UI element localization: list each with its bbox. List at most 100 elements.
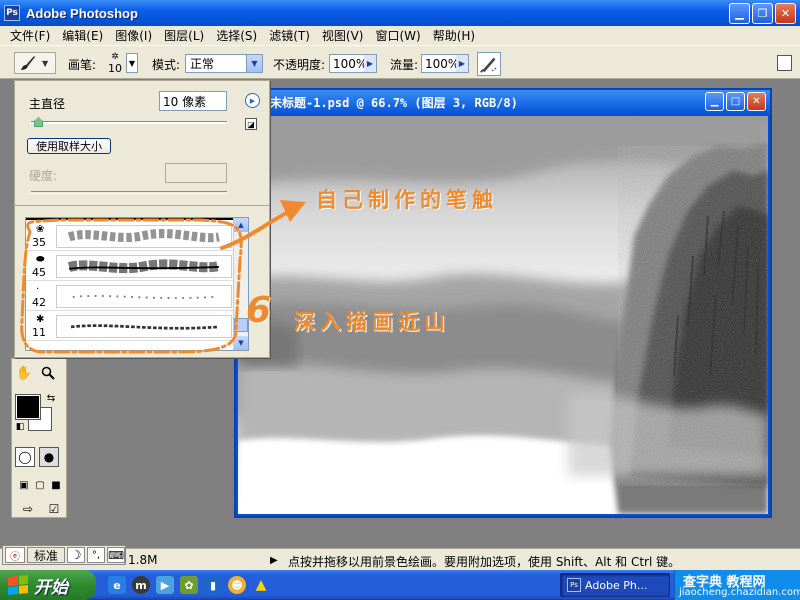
start-label: 开始 [34,577,68,598]
brush-preset-row[interactable]: ⬬ 45 [26,252,234,281]
ie-icon[interactable]: e [108,576,126,594]
ime-mode-label: 标准 [33,548,58,563]
qq-icon[interactable]: ☻ [228,576,246,594]
doc-size: 1.8M [128,553,158,567]
mode-select[interactable]: 正常 ▼ [185,54,263,73]
zoom-tool-button[interactable] [38,363,58,383]
photoshop-app-icon: Ps [4,5,20,21]
brush-stroke-preview [56,285,232,308]
brush-label: 画笔: [68,58,97,72]
scroll-up-icon[interactable]: ▲ [234,218,248,232]
close-button[interactable]: ✕ [747,92,766,111]
brush-icon [21,56,35,70]
jump-to-imageready-button[interactable]: ⇨ [16,499,40,519]
menu-filter[interactable]: 滤镜(T) [263,27,316,44]
airbrush-toggle[interactable] [477,52,501,76]
brush-preset-row[interactable]: ✱ 11 [26,312,234,341]
chevron-down-icon: ▼ [42,58,49,68]
ime-keyboard-button[interactable]: ⌨ [107,547,125,563]
brush-tip-icon: ✱ [36,314,45,325]
standard-mode-button[interactable]: ◯ [15,447,35,467]
brush-size-label: 35 [32,236,46,249]
panel-menu-button[interactable]: ▶ [245,93,260,108]
chevron-down-icon[interactable]: ▼ [246,55,262,72]
diameter-slider-track[interactable] [31,121,227,124]
hand-tool-button[interactable]: ✋ [14,363,34,383]
brush-size-label: 11 [32,326,46,339]
master-diameter-field[interactable]: 10 像素 [159,91,227,111]
menu-select[interactable]: 选择(S) [210,27,263,44]
brush-row-partial: 18 [26,218,234,222]
warning-icon[interactable]: ▲ [252,576,270,594]
brush-size-label: 42 [32,296,46,309]
screen-mode-full-button[interactable]: ■ [46,475,66,495]
start-button[interactable]: 开始 [0,570,96,600]
menu-view[interactable]: 视图(V) [316,27,370,44]
brush-picker[interactable]: ✲ 10 ▼ [104,50,142,76]
default-colors-icon[interactable]: ◧ [14,421,26,433]
menu-image[interactable]: 图像(I) [109,27,158,44]
maximize-button[interactable]: □ [726,92,745,111]
close-button[interactable]: ✕ [775,3,796,24]
taskbar-item-label: Adobe Ph... [585,578,648,592]
brush-preset-list[interactable]: 18 ❀ 35 ⬬ 45 · 42 ✱ 11 ▲ ▼ [25,217,249,351]
minimize-button[interactable]: ▁ [705,92,724,111]
brush-stroke-preview [56,225,232,248]
palette-well-icon[interactable] [777,55,792,71]
menu-edit[interactable]: 编辑(E) [56,27,109,44]
brush-preset-row[interactable]: ❀ 35 [26,222,234,251]
foreground-color-swatch[interactable] [15,394,41,420]
hardness-label: 硬度: [29,169,58,183]
swap-colors-icon[interactable]: ⇆ [44,391,58,405]
messenger-icon[interactable]: m [132,576,150,594]
quick-mask-button[interactable]: ● [39,447,59,467]
menu-help[interactable]: 帮助(H) [427,27,481,44]
brush-note-annotation: 自己制作的笔触 [316,188,498,212]
system-tray: 查字典 教程网 jiaocheng.chazidian.com [674,570,800,600]
hardness-slider-track [31,191,227,194]
tool-preset-picker[interactable]: ▼ [14,52,56,74]
step-note-annotation: 深入描画近山 [294,310,450,334]
step-number-annotation: 6 [246,290,272,331]
triangle-right-icon[interactable]: ▶ [364,55,376,72]
diameter-slider-handle[interactable] [34,117,43,127]
device-icon[interactable]: ▮ [204,576,222,594]
media-icon[interactable]: ▶ [156,576,174,594]
app-titlebar: Ps Adobe Photoshop ▁ ❐ ✕ [0,0,800,26]
windows-logo-icon [8,574,28,596]
brush-preset-row[interactable]: · 42 [26,282,234,311]
mode-value: 正常 [190,57,215,71]
minimize-button[interactable]: ▁ [729,3,750,24]
ime-fullwidth-button[interactable]: ☽ [67,547,85,563]
flow-field[interactable]: 100% ▶ [421,54,469,73]
opacity-field[interactable]: 100% ▶ [329,54,377,73]
menu-file[interactable]: 文件(F) [4,27,56,44]
opacity-label: 不透明度: [273,58,326,72]
quick-launch: e m ▶ ✿ ▮ ☻ ▲ [108,576,270,594]
new-preset-icon[interactable]: ◪ [245,118,257,130]
ime-mode-button[interactable]: 标准 [27,547,65,563]
restore-button[interactable]: ❐ [752,3,773,24]
ime-toolbar: ⓔ 标准 ☽ °, ⌨ [2,545,126,565]
scroll-down-icon[interactable]: ▼ [234,336,248,350]
use-sample-size-button[interactable]: 使用取样大小 [27,138,111,154]
punctuation-icon: °, [91,549,101,561]
status-arrow-icon[interactable]: ▶ [270,555,278,566]
brush-size-preview: ✲ 10 [108,52,122,75]
triangle-right-icon[interactable]: ▶ [456,55,468,72]
ime-punct-button[interactable]: °, [87,547,105,563]
panel-divider [15,205,269,206]
checkbox-icon[interactable]: ☑ [44,499,64,519]
flow-label: 流量: [390,58,419,72]
taskbar-photoshop-item[interactable]: Ps Adobe Ph... [560,573,670,597]
brush-size-label: 45 [32,266,46,279]
brush-tip-icon: ⬬ [36,254,45,265]
brush-picker-dropdown[interactable]: ▼ [126,53,138,73]
document-window-controls: ▁ □ ✕ [705,92,766,111]
hand-icon: ✋ [15,365,33,381]
ime-logo-icon[interactable]: ⓔ [5,547,25,563]
master-diameter-value: 10 像素 [163,94,207,109]
app-icon[interactable]: ✿ [180,576,198,594]
menu-layer[interactable]: 图层(L) [158,27,210,44]
menu-window[interactable]: 窗口(W) [369,27,426,44]
